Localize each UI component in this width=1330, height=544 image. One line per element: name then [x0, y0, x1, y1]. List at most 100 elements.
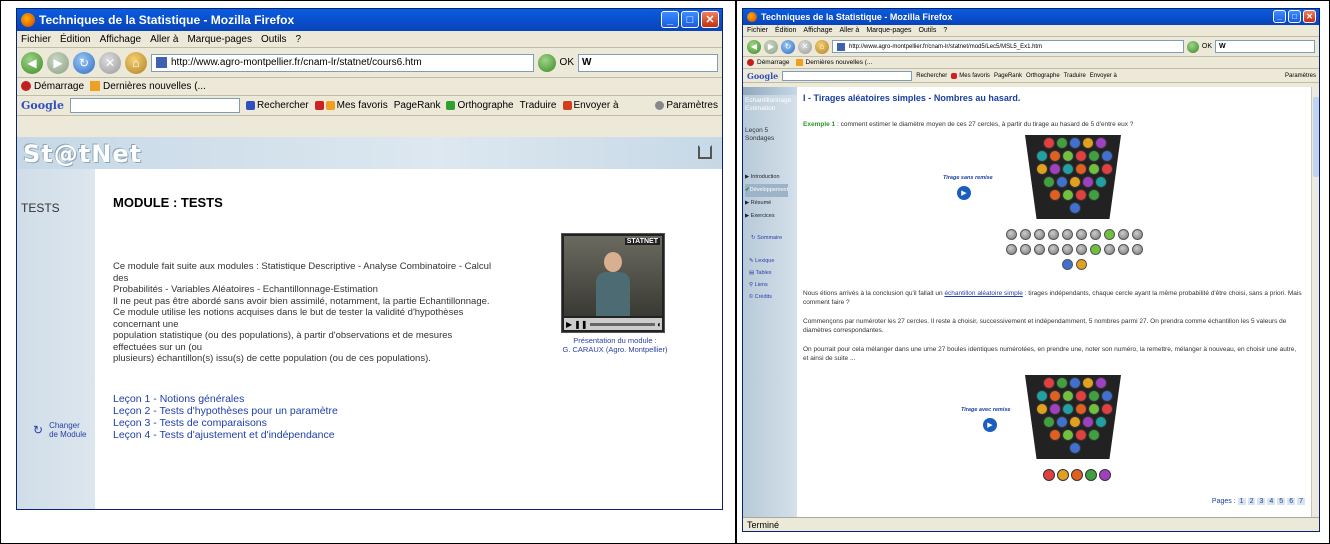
nav-introduction[interactable]: ▶ Introduction	[745, 171, 788, 184]
lesson-3-link[interactable]: Leçon 3 - Tests de comparaisons	[113, 417, 338, 429]
tool-tables[interactable]: ▤ Tables	[749, 267, 774, 279]
search-input[interactable]: W	[1215, 40, 1315, 53]
menu-aide[interactable]: ?	[943, 27, 947, 34]
close-button[interactable]: ✕	[1303, 10, 1316, 23]
google-search-input[interactable]	[782, 70, 913, 81]
summary-icon: ↻	[751, 235, 756, 241]
home-icon[interactable]: ⌂	[125, 51, 147, 74]
page-1[interactable]: 1	[1237, 498, 1246, 505]
maximize-button[interactable]: □	[1288, 10, 1301, 23]
urn-ball	[1062, 403, 1074, 415]
nav-resume[interactable]: ▶ Résumé	[745, 197, 788, 210]
gray-ball	[1076, 259, 1087, 270]
search-input[interactable]: W	[578, 53, 718, 72]
bookmark-demarrage[interactable]: Démarrage	[21, 81, 84, 92]
back-icon[interactable]: ◀	[21, 51, 43, 74]
statnet-header: St@tNet	[17, 137, 722, 169]
google-search-input[interactable]	[69, 98, 240, 113]
volume-icon[interactable]: ◐	[657, 320, 662, 329]
ok-label[interactable]: OK	[1202, 43, 1212, 50]
play-icon[interactable]: ▶	[566, 320, 572, 329]
minimize-button[interactable]: _	[661, 11, 679, 28]
draw-with-play-button[interactable]: ▶	[983, 418, 997, 432]
google-parametres[interactable]: Paramètres	[1285, 73, 1319, 79]
home-page-icon[interactable]	[698, 145, 712, 159]
bookmark-demarrage[interactable]: Démarrage	[747, 58, 790, 66]
stop-icon[interactable]: ✕	[798, 39, 812, 54]
lesson-4-link[interactable]: Leçon 4 - Tests d'ajustement et d'indépe…	[113, 429, 338, 441]
lesson-2-link[interactable]: Leçon 2 - Tests d'hypothèses pour un par…	[113, 405, 338, 417]
url-bar[interactable]: http://www.agro-montpellier.fr/cnam-lr/s…	[151, 53, 534, 72]
echantillon-link[interactable]: échantillon aléatoire simple	[944, 290, 1022, 297]
menu-affichage[interactable]: Affichage	[100, 34, 142, 45]
urn-ball	[1036, 150, 1048, 162]
menu-edition[interactable]: Édition	[60, 34, 91, 45]
change-module-link[interactable]: ↻ Changer de Module	[33, 421, 86, 439]
gray-ball	[1118, 244, 1129, 255]
close-button[interactable]: ✕	[701, 11, 719, 28]
nav-developpement[interactable]: ✔Développement	[745, 184, 789, 197]
vertical-scrollbar[interactable]	[1311, 87, 1319, 517]
forward-icon[interactable]: ▶	[764, 39, 778, 54]
right-sidebar: Echantillonnage Estimation Leçon 5 Sonda…	[743, 87, 797, 517]
page-2[interactable]: 2	[1247, 498, 1256, 505]
google-orthographe[interactable]: Orthographe	[446, 100, 514, 111]
menu-aller[interactable]: Aller à	[150, 34, 178, 45]
maximize-button[interactable]: □	[681, 11, 699, 28]
page-5[interactable]: 5	[1277, 498, 1286, 505]
seek-bar[interactable]	[589, 322, 656, 326]
lesson-1-link[interactable]: Leçon 1 - Notions générales	[113, 393, 338, 405]
menu-aide[interactable]: ?	[296, 34, 302, 45]
google-traduire[interactable]: Traduire	[520, 100, 557, 111]
page-6[interactable]: 6	[1287, 498, 1296, 505]
tool-credits[interactable]: © Crédits	[749, 291, 774, 303]
google-rechercher[interactable]: Rechercher	[245, 100, 309, 111]
tool-liens[interactable]: ⚲ Liens	[749, 279, 774, 291]
google-pagerank[interactable]: PageRank	[994, 73, 1022, 79]
menu-edition[interactable]: Édition	[775, 27, 796, 34]
bookmark-news[interactable]: Dernières nouvelles (...	[90, 81, 206, 92]
intro-video-player[interactable]: STATNET ▶ ❚❚ ◐	[561, 233, 665, 333]
minimize-button[interactable]: _	[1273, 10, 1286, 23]
menu-marque-pages[interactable]: Marque-pages	[866, 27, 911, 34]
google-pagerank[interactable]: PageRank	[394, 100, 441, 111]
google-rechercher[interactable]: Rechercher	[916, 73, 947, 79]
menu-aller[interactable]: Aller à	[839, 27, 859, 34]
reload-icon[interactable]: ↻	[73, 51, 95, 74]
go-icon[interactable]	[537, 53, 556, 72]
back-icon[interactable]: ◀	[747, 39, 761, 54]
reload-icon[interactable]: ↻	[781, 39, 795, 54]
pause-icon[interactable]: ❚❚	[574, 320, 587, 329]
summary-link[interactable]: ↻ Sommaire	[751, 235, 782, 241]
forward-icon[interactable]: ▶	[47, 51, 69, 74]
change-module-icon: ↻	[33, 422, 44, 437]
menu-outils[interactable]: Outils	[261, 34, 287, 45]
page-icon	[156, 57, 167, 68]
menu-outils[interactable]: Outils	[918, 27, 936, 34]
page-7[interactable]: 7	[1297, 498, 1305, 505]
google-mes-favoris[interactable]: Mes favoris	[951, 72, 990, 79]
tool-lexique[interactable]: ✎ Lexique	[749, 255, 774, 267]
nav-exercices[interactable]: ▶ Exercices	[745, 210, 788, 223]
draw-without-play-button[interactable]: ▶	[957, 186, 971, 200]
page-4[interactable]: 4	[1267, 498, 1276, 505]
google-envoyer[interactable]: Envoyer à	[562, 100, 619, 111]
menu-marque-pages[interactable]: Marque-pages	[187, 34, 251, 45]
stop-icon[interactable]: ✕	[99, 51, 121, 74]
google-orthographe[interactable]: Orthographe	[1026, 73, 1060, 79]
google-traduire[interactable]: Traduire	[1064, 73, 1086, 79]
google-mes-favoris[interactable]: Mes favoris	[314, 100, 388, 111]
page-3[interactable]: 3	[1257, 498, 1266, 505]
video-controls[interactable]: ▶ ❚❚ ◐	[564, 318, 662, 330]
bookmark-news[interactable]: Dernières nouvelles (...	[795, 58, 872, 66]
menu-affichage[interactable]: Affichage	[803, 27, 832, 34]
scroll-thumb[interactable]	[1313, 97, 1319, 177]
go-icon[interactable]	[1186, 40, 1199, 53]
ok-label[interactable]: OK	[560, 57, 574, 68]
google-envoyer[interactable]: Envoyer à	[1090, 73, 1117, 79]
url-bar[interactable]: http://www.agro-montpellier.fr/cnam-lr/s…	[832, 40, 1184, 53]
google-parametres[interactable]: Paramètres	[655, 100, 722, 111]
menu-fichier[interactable]: Fichier	[21, 34, 51, 45]
menu-fichier[interactable]: Fichier	[747, 27, 768, 34]
home-icon[interactable]: ⌂	[815, 39, 829, 54]
